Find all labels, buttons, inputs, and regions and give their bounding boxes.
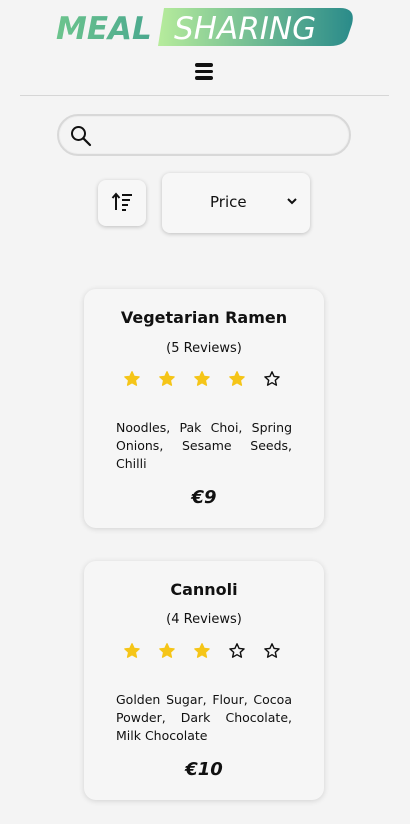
hamburger-menu-icon[interactable] <box>195 63 213 81</box>
star-rating <box>124 371 299 387</box>
search-input[interactable] <box>101 120 340 150</box>
meal-ingredients: Golden Sugar, Flour, Cocoa Powder, Dark … <box>116 692 292 743</box>
review-count: (4 Reviews) <box>166 612 242 627</box>
star-filled-icon <box>194 643 210 658</box>
sort-ascending-icon <box>111 192 132 211</box>
chevron-down-icon <box>287 198 297 205</box>
star-empty-icon <box>264 371 280 386</box>
star-empty-icon <box>264 643 280 658</box>
star-filled-icon <box>159 643 175 658</box>
sort-direction-button[interactable] <box>98 180 146 226</box>
search-bar[interactable] <box>57 114 351 156</box>
meal-ingredients: Noodles, Pak Choi, Spring Onions, Sesame… <box>116 420 292 471</box>
star-filled-icon <box>124 371 140 386</box>
star-filled-icon <box>124 643 140 658</box>
meal-card[interactable]: Cannoli (4 Reviews) Golden Sugar, Flour,… <box>84 561 324 800</box>
header-divider <box>20 95 389 96</box>
search-icon <box>71 126 92 147</box>
meal-title: Cannoli <box>170 580 238 599</box>
star-filled-icon <box>194 371 210 386</box>
meal-price: €9 <box>191 487 217 508</box>
meal-card[interactable]: Vegetarian Ramen (5 Reviews) Noodles, Pa… <box>84 289 324 528</box>
review-count: (5 Reviews) <box>166 341 242 356</box>
svg-text:SHARING: SHARING <box>174 11 316 47</box>
star-filled-icon <box>159 371 175 386</box>
meal-title: Vegetarian Ramen <box>120 308 288 327</box>
meal-sharing-logo[interactable]: MEAL SHARING <box>0 6 410 48</box>
star-filled-icon <box>229 371 245 386</box>
svg-text:MEAL: MEAL <box>56 11 152 47</box>
star-rating <box>124 643 299 659</box>
star-empty-icon <box>229 643 245 658</box>
sort-select-value: Price <box>210 193 247 211</box>
meal-price: €10 <box>185 759 223 780</box>
sort-select[interactable]: Price <box>162 173 310 233</box>
